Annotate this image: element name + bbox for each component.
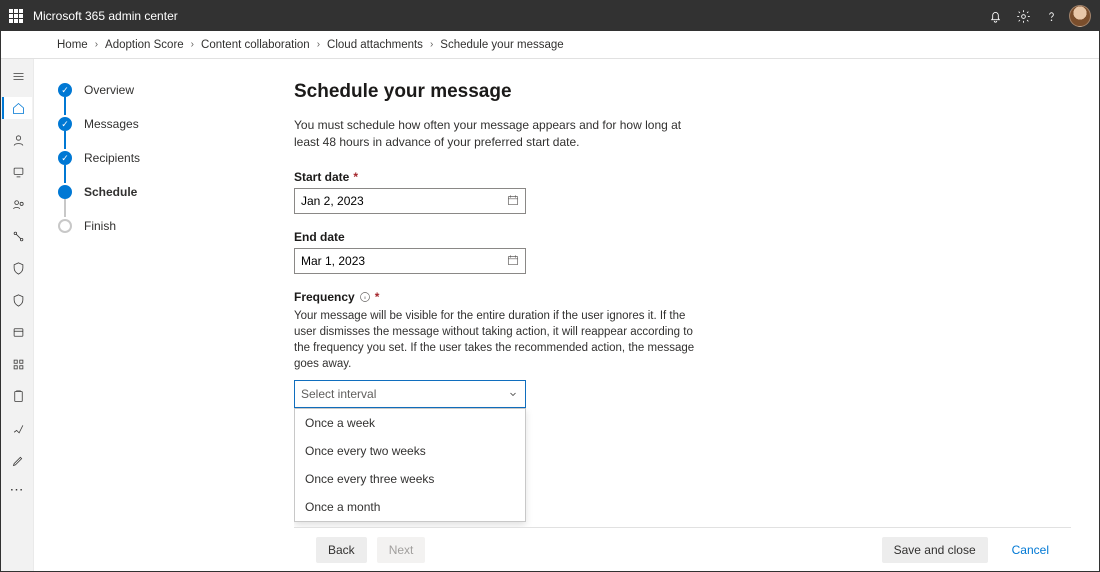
rail-devices-icon[interactable] (2, 161, 32, 183)
wizard-step-messages[interactable]: Messages (58, 115, 294, 149)
rail-home-icon[interactable] (2, 97, 32, 119)
frequency-option[interactable]: Once a week (295, 409, 525, 437)
app-launcher-icon[interactable] (9, 9, 23, 23)
wizard-footer: Back Next Save and close Cancel (294, 527, 1071, 571)
rail-shield-icon[interactable] (2, 257, 32, 279)
rail-health-icon[interactable] (2, 417, 32, 439)
notifications-icon[interactable] (981, 2, 1009, 30)
back-button[interactable]: Back (316, 537, 367, 563)
end-date-label: End date (294, 230, 1071, 244)
rail-reports-icon[interactable] (2, 385, 32, 407)
rail-customize-icon[interactable] (2, 449, 32, 471)
page-lead: You must schedule how often your message… (294, 117, 684, 152)
rail-shield-icon[interactable] (2, 289, 32, 311)
start-date-input[interactable] (294, 188, 526, 214)
rail-more-icon[interactable]: ⋯ (10, 481, 25, 498)
wizard-step-label: Messages (84, 115, 139, 131)
left-nav-rail: ⋯ (1, 59, 34, 571)
frequency-select[interactable]: Select interval (294, 380, 526, 408)
frequency-help-text: Your message will be visible for the ent… (294, 308, 704, 372)
step-bullet-done-icon (58, 117, 72, 131)
frequency-option[interactable]: Once every three weeks (295, 465, 525, 493)
wizard-step-overview[interactable]: Overview (58, 81, 294, 115)
rail-users-icon[interactable] (2, 129, 32, 151)
account-avatar[interactable] (1069, 5, 1091, 27)
chevron-down-icon (507, 388, 519, 400)
frequency-label: Frequency * (294, 290, 1071, 304)
frequency-select-value: Select interval (301, 387, 376, 401)
end-date-input[interactable] (294, 248, 526, 274)
rail-teams-icon[interactable] (2, 193, 32, 215)
step-bullet-current-icon (58, 185, 72, 199)
wizard-steps: Overview Messages Recipients Schedule Fi… (34, 59, 294, 571)
rail-billing-icon[interactable] (2, 321, 32, 343)
app-title: Microsoft 365 admin center (33, 9, 178, 23)
step-bullet-done-icon (58, 151, 72, 165)
breadcrumb-item[interactable]: Cloud attachments (327, 39, 423, 51)
settings-icon[interactable] (1009, 2, 1037, 30)
breadcrumb-item[interactable]: Home (57, 39, 88, 51)
breadcrumb-item[interactable]: Adoption Score (105, 39, 184, 51)
breadcrumb-item[interactable]: Schedule your message (440, 39, 563, 51)
wizard-step-finish[interactable]: Finish (58, 217, 294, 251)
frequency-option[interactable]: Once every two weeks (295, 437, 525, 465)
wizard-step-label: Schedule (84, 183, 137, 199)
frequency-dropdown: Once a week Once every two weeks Once ev… (294, 408, 526, 522)
step-bullet-upcoming-icon (58, 219, 72, 233)
info-icon (359, 291, 371, 303)
wizard-step-label: Finish (84, 217, 116, 233)
start-date-label: Start date * (294, 170, 1071, 184)
frequency-option[interactable]: Once a month (295, 493, 525, 521)
rail-connector-icon[interactable] (2, 225, 32, 247)
wizard-step-label: Overview (84, 81, 134, 97)
wizard-step-label: Recipients (84, 149, 140, 165)
help-icon[interactable] (1037, 2, 1065, 30)
save-and-close-button[interactable]: Save and close (882, 537, 988, 563)
page-title: Schedule your message (294, 81, 1071, 103)
next-button[interactable]: Next (377, 537, 426, 563)
wizard-step-recipients[interactable]: Recipients (58, 149, 294, 183)
rail-hamburger-icon[interactable] (2, 65, 32, 87)
wizard-step-schedule[interactable]: Schedule (58, 183, 294, 217)
step-bullet-done-icon (58, 83, 72, 97)
breadcrumb-item[interactable]: Content collaboration (201, 39, 310, 51)
rail-apps-icon[interactable] (2, 353, 32, 375)
breadcrumb: Home› Adoption Score› Content collaborat… (1, 31, 1099, 59)
cancel-link[interactable]: Cancel (1012, 543, 1049, 557)
